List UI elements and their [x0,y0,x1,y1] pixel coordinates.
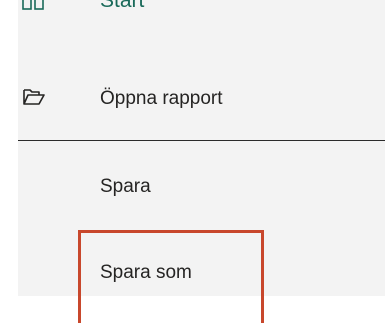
layout-icon [22,0,44,10]
menu-divider [18,140,385,141]
highlight-box [78,230,264,323]
menu-item-label: Spara [100,176,151,197]
menu-item-save[interactable]: Spara [18,166,385,206]
menu-item-open-report[interactable]: Öppna rapport [18,78,385,118]
menu-item-label: Öppna rapport [100,88,223,109]
folder-open-icon [22,86,46,108]
menu-item-start[interactable]: Start [18,0,385,12]
menu-item-start-label: Start [100,0,145,12]
